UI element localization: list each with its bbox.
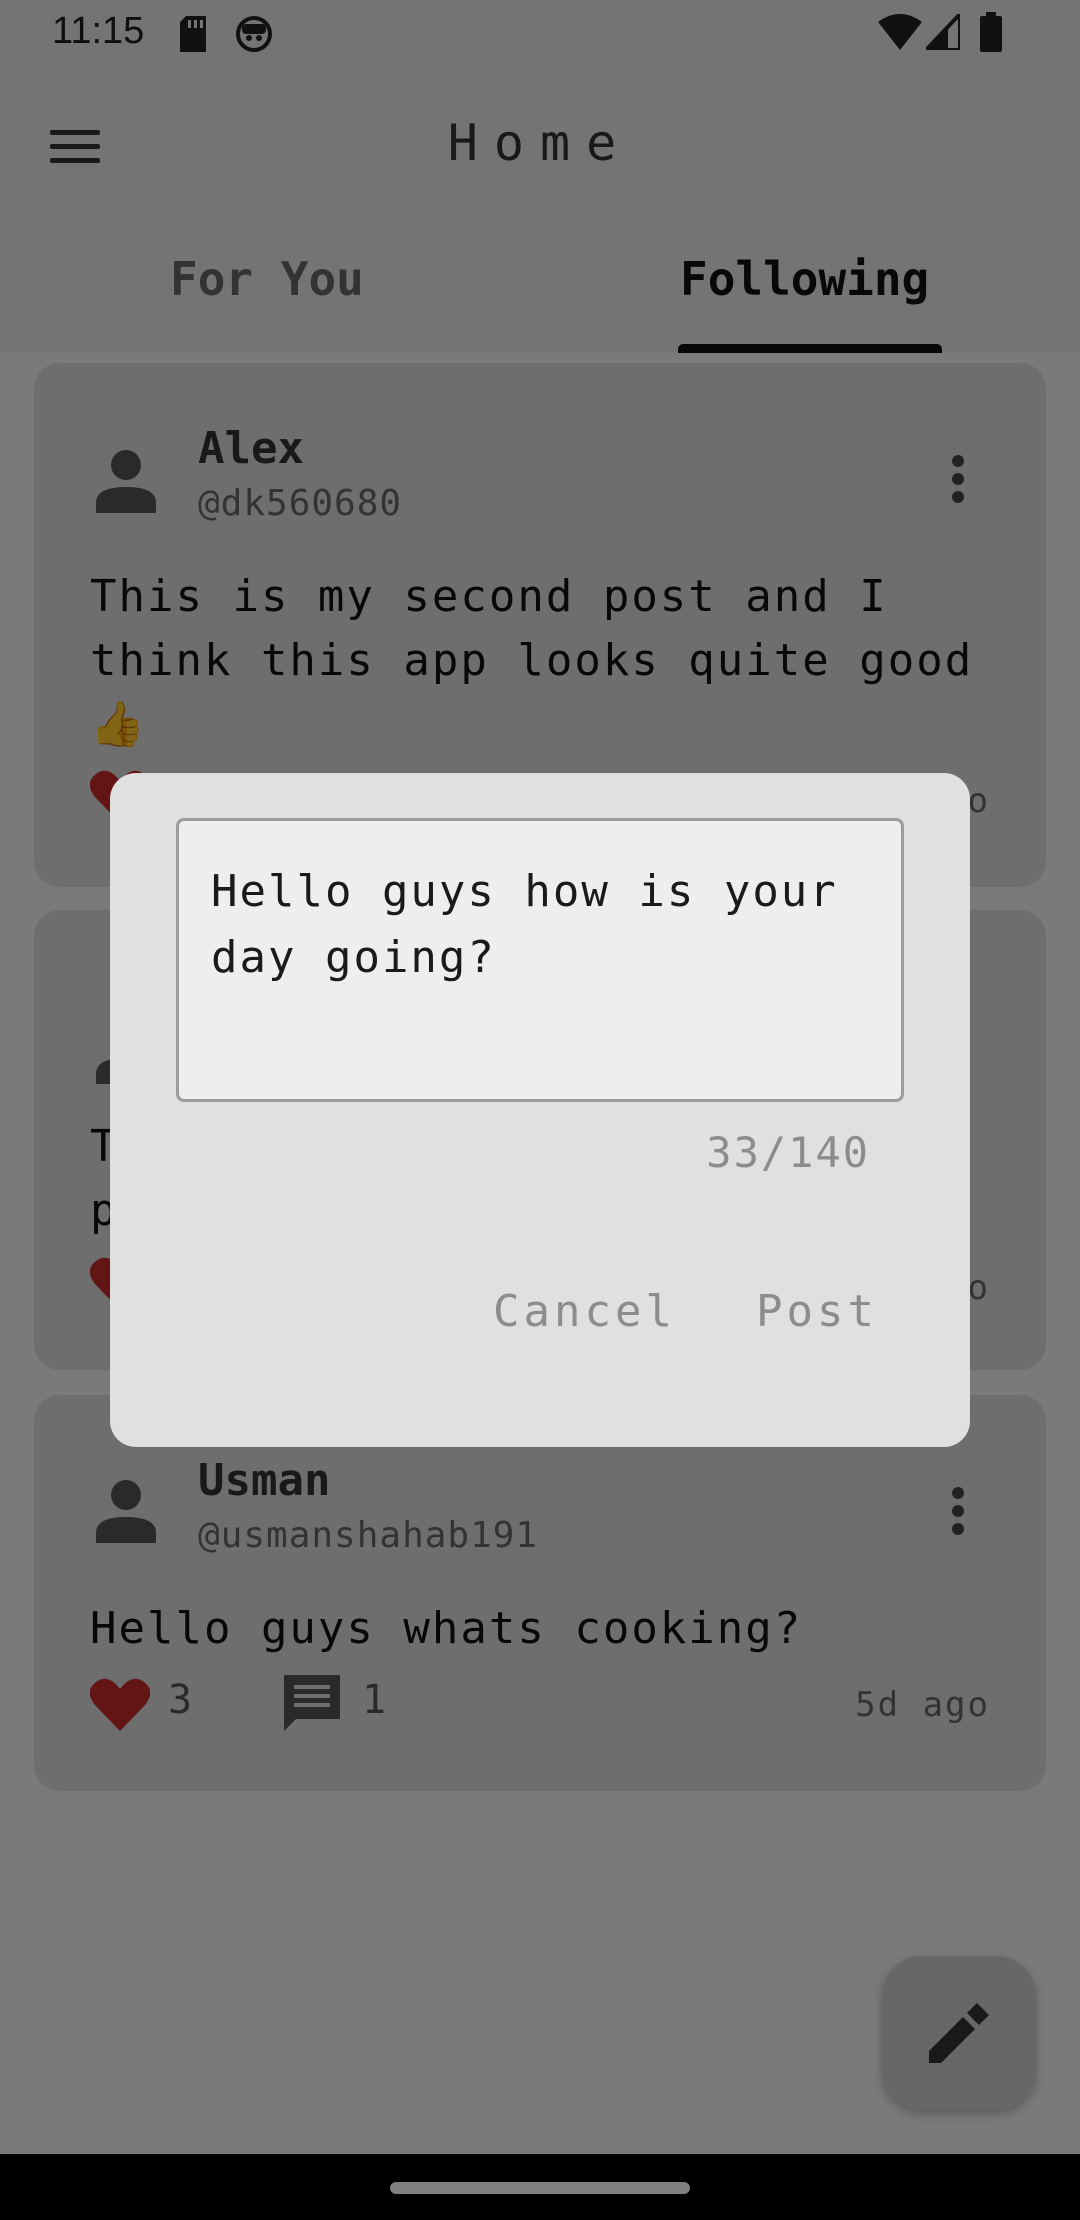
post-text-input[interactable]: Hello guys how is your day going? bbox=[176, 818, 904, 1102]
cancel-button[interactable]: Cancel bbox=[493, 1286, 676, 1337]
new-post-dialog: Hello guys how is your day going? 33/140… bbox=[110, 773, 970, 1447]
character-count: 33/140 bbox=[706, 1128, 870, 1177]
post-button[interactable]: Post bbox=[756, 1286, 878, 1337]
